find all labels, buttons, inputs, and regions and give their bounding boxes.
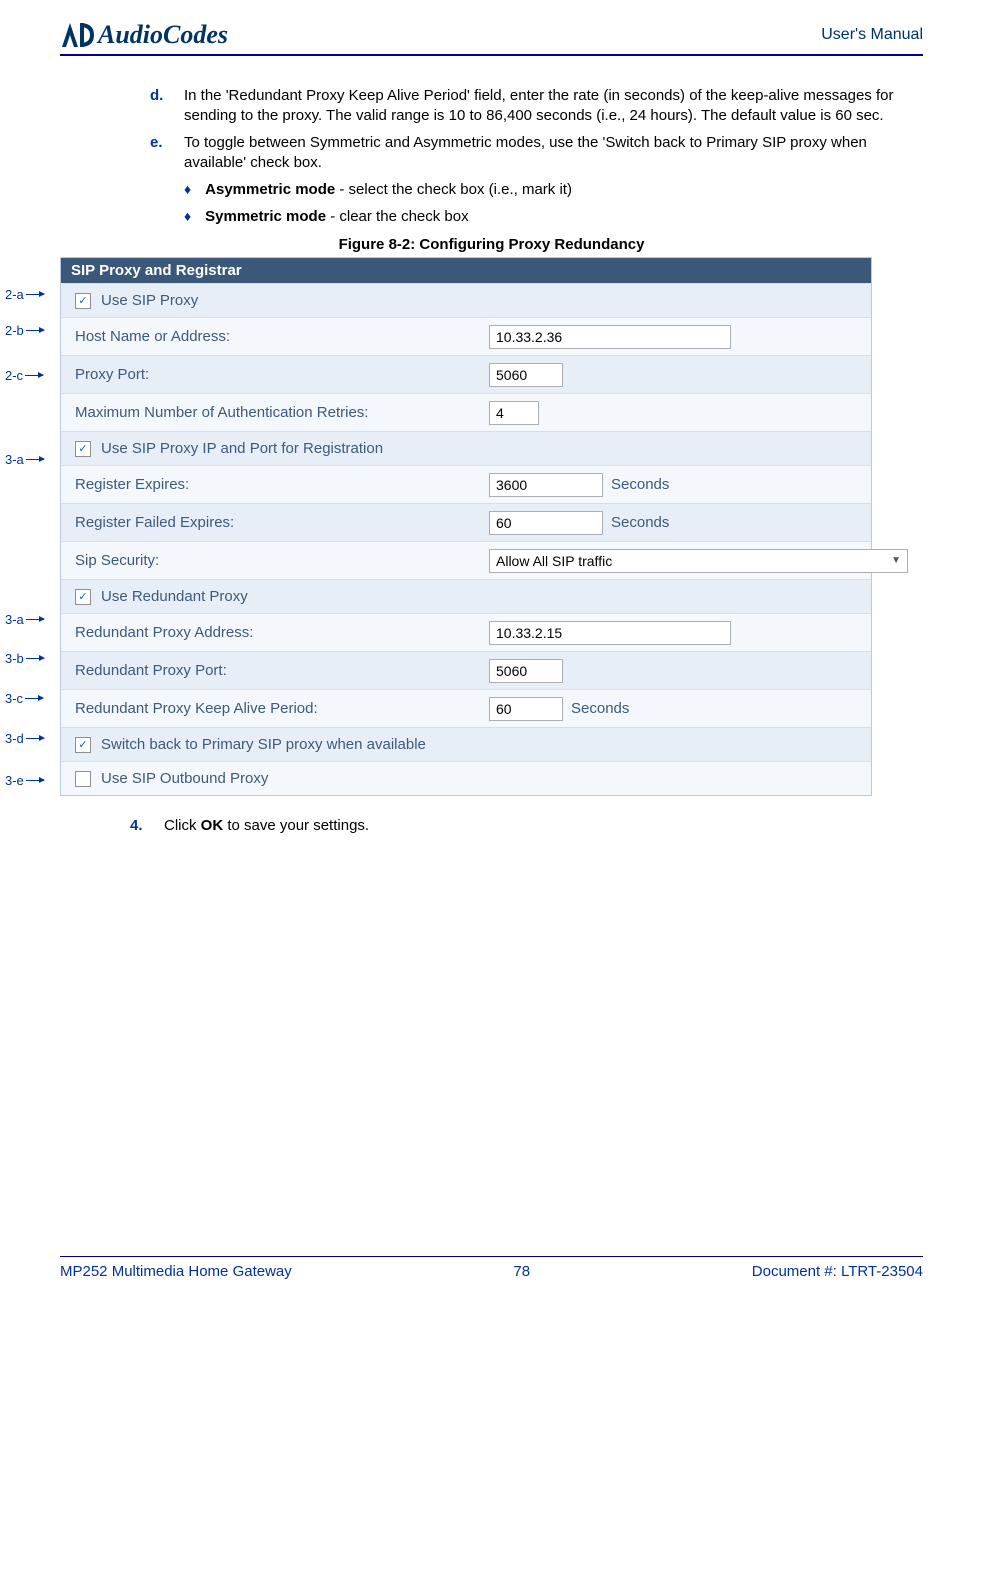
host-label: Host Name or Address: [61,318,479,355]
page-header: AudioCodes User's Manual [60,20,923,56]
use-ip-port-reg-checkbox[interactable]: ✓ [75,441,91,457]
proxy-port-row: Proxy Port: 5060 [61,355,871,393]
use-outbound-label: Use SIP Outbound Proxy [101,770,268,787]
sip-security-row: Sip Security: Allow All SIP traffic ▼ [61,541,871,579]
footer-left: MP252 Multimedia Home Gateway [60,1263,292,1280]
diamond-bullet-icon: ♦ [184,179,191,200]
use-sip-proxy-row: ✓ Use SIP Proxy [61,283,871,317]
use-sip-proxy-checkbox[interactable]: ✓ [75,293,91,309]
reg-failed-label: Register Failed Expires: [61,504,479,541]
logo-icon [60,21,94,49]
seconds-unit: Seconds [611,476,669,493]
red-addr-row: Redundant Proxy Address: 10.33.2.15 [61,613,871,651]
proxy-port-input[interactable]: 5060 [489,363,563,387]
bullet-asymmetric: ♦ Asymmetric mode - select the check box… [184,179,923,202]
step-letter-e: e. [150,133,168,174]
sip-security-value: Allow All SIP traffic [496,553,612,569]
callout-3a-2: 3-a [5,612,44,627]
footer-document-id: Document #: LTRT-23504 [752,1263,923,1280]
callout-3e: 3-e [5,773,44,788]
callout-3a-1: 3-a [5,452,44,467]
callout-3b: 3-b [5,651,44,666]
use-redundant-row: ✓ Use Redundant Proxy [61,579,871,613]
symmetric-bold: Symmetric mode [205,208,326,225]
callout-3d: 3-d [5,731,44,746]
use-outbound-row: Use SIP Outbound Proxy [61,761,871,795]
step-e-text: To toggle between Symmetric and Asymmetr… [184,133,923,174]
step-letter-d: d. [150,86,168,127]
use-outbound-checkbox[interactable] [75,771,91,787]
max-auth-row: Maximum Number of Authentication Retries… [61,393,871,431]
asymmetric-rest: - select the check box (i.e., mark it) [335,181,572,198]
figure-caption: Figure 8-2: Configuring Proxy Redundancy [60,236,923,253]
use-sip-proxy-label: Use SIP Proxy [101,292,198,309]
page-footer: MP252 Multimedia Home Gateway 78 Documen… [60,1256,923,1280]
red-keep-input[interactable]: 60 [489,697,563,721]
step-4-ok: OK [201,817,224,834]
switch-back-checkbox[interactable]: ✓ [75,737,91,753]
footer-page-number: 78 [513,1263,530,1280]
switch-back-row: ✓ Switch back to Primary SIP proxy when … [61,727,871,761]
brand-logo: AudioCodes [60,20,228,50]
step-e: e. To toggle between Symmetric and Asymm… [150,133,923,174]
header-manual-label: User's Manual [821,26,923,44]
step-d: d. In the 'Redundant Proxy Keep Alive Pe… [150,86,923,127]
bullet-symmetric: ♦ Symmetric mode - clear the check box [184,206,923,229]
use-redundant-checkbox[interactable]: ✓ [75,589,91,605]
reg-expires-label: Register Expires: [61,466,479,503]
step-4-post: to save your settings. [223,817,369,834]
use-ip-port-reg-row: ✓ Use SIP Proxy IP and Port for Registra… [61,431,871,465]
brand-name: AudioCodes [98,20,228,50]
proxy-port-label: Proxy Port: [61,356,479,393]
sip-security-label: Sip Security: [61,542,479,579]
reg-failed-row: Register Failed Expires: 60 Seconds [61,503,871,541]
reg-failed-input[interactable]: 60 [489,511,603,535]
max-auth-label: Maximum Number of Authentication Retries… [61,394,479,431]
diamond-bullet-icon: ♦ [184,206,191,227]
callout-2c: 2-c [5,368,43,383]
step-d-text: In the 'Redundant Proxy Keep Alive Perio… [184,86,923,127]
step-4-number: 4. [130,816,148,836]
switch-back-label: Switch back to Primary SIP proxy when av… [101,736,426,753]
panel-title: SIP Proxy and Registrar [61,258,871,283]
asymmetric-bold: Asymmetric mode [205,181,335,198]
seconds-unit: Seconds [571,700,629,717]
max-auth-input[interactable]: 4 [489,401,539,425]
red-addr-label: Redundant Proxy Address: [61,614,479,651]
reg-expires-row: Register Expires: 3600 Seconds [61,465,871,503]
red-port-row: Redundant Proxy Port: 5060 [61,651,871,689]
use-ip-port-reg-label: Use SIP Proxy IP and Port for Registrati… [101,440,383,457]
sip-security-select[interactable]: Allow All SIP traffic ▼ [489,549,908,573]
red-addr-input[interactable]: 10.33.2.15 [489,621,731,645]
chevron-down-icon: ▼ [891,555,901,566]
red-keep-row: Redundant Proxy Keep Alive Period: 60 Se… [61,689,871,727]
callout-3c: 3-c [5,691,43,706]
red-keep-label: Redundant Proxy Keep Alive Period: [61,690,479,727]
callout-2b: 2-b [5,323,44,338]
host-row: Host Name or Address: 10.33.2.36 [61,317,871,355]
sip-proxy-panel: SIP Proxy and Registrar ✓ Use SIP Proxy … [60,257,872,796]
callout-2a: 2-a [5,287,44,302]
red-port-input[interactable]: 5060 [489,659,563,683]
step-4: 4. Click OK to save your settings. [130,816,923,836]
step-4-pre: Click [164,817,201,834]
red-port-label: Redundant Proxy Port: [61,652,479,689]
use-redundant-label: Use Redundant Proxy [101,588,248,605]
symmetric-rest: - clear the check box [326,208,469,225]
reg-expires-input[interactable]: 3600 [489,473,603,497]
seconds-unit: Seconds [611,514,669,531]
host-input[interactable]: 10.33.2.36 [489,325,731,349]
